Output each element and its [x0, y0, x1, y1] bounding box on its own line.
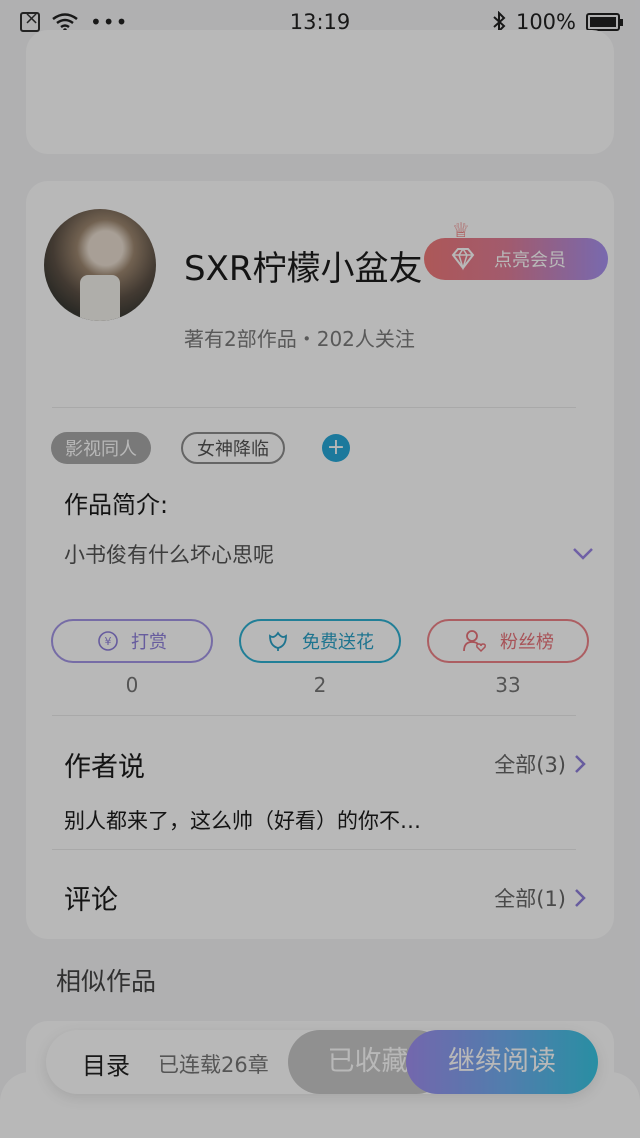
fans-label: 粉丝榜 [500, 632, 554, 653]
continue-reading-button[interactable]: 继续阅读 [406, 1030, 598, 1094]
reward-button[interactable]: ¥ 打赏 [51, 619, 213, 663]
author-says-all-label: 全部(3) [494, 753, 566, 777]
author-stats: 著有2部作品・202人关注 [184, 327, 415, 351]
reward-count: 0 [125, 673, 139, 697]
author-says-all-link[interactable]: 全部(3) [494, 749, 586, 779]
similar-works-title: 相似作品 [56, 967, 157, 996]
wifi-icon [52, 13, 78, 32]
flower-count: 2 [313, 673, 327, 697]
toc-button[interactable]: 目录 [82, 1046, 130, 1081]
chevron-right-icon [575, 755, 586, 773]
tag-fanfic[interactable]: 影视同人 [51, 432, 151, 464]
comments-all-label: 全部(1) [494, 887, 566, 911]
divider [52, 407, 576, 408]
vip-button[interactable]: 点亮会员 [424, 238, 608, 280]
intro-title: 作品简介: [64, 491, 169, 519]
author-says-text[interactable]: 别人都来了，这么帅（好看）的你不… [64, 805, 421, 835]
svg-text:¥: ¥ [105, 635, 112, 648]
yen-coin-icon: ¥ [98, 631, 118, 651]
intro-text: 小书俊有什么坏心思呢 [64, 543, 274, 567]
flower-label: 免费送花 [302, 632, 374, 653]
fans-ranking-button[interactable]: 粉丝榜 [427, 619, 589, 663]
chevron-right-icon [575, 889, 586, 907]
divider [52, 849, 576, 850]
book-info-card [26, 30, 614, 154]
divider [52, 715, 576, 716]
vip-label: 点亮会员 [494, 250, 566, 271]
user-heart-icon [463, 630, 486, 653]
author-avatar[interactable] [44, 209, 156, 321]
author-card: SXR柠檬小盆友 ♕ 点亮会员 著有2部作品・202人关注 影视同人 女神降临 … [26, 181, 614, 939]
comments-title: 评论 [64, 885, 118, 916]
comments-all-link[interactable]: 全部(1) [494, 883, 586, 913]
flower-icon [269, 631, 287, 651]
add-tag-button[interactable]: + [322, 434, 350, 462]
reward-label: 打赏 [131, 632, 167, 653]
battery-icon [586, 13, 623, 31]
tag-goddess[interactable]: 女神降临 [181, 432, 285, 464]
serial-status: 已连载26章 [158, 1053, 269, 1077]
bottom-action-bar: 目录 已连载26章 已收藏 继续阅读 [46, 1030, 598, 1094]
author-name[interactable]: SXR柠檬小盆友 [184, 241, 423, 290]
notification-close-icon [20, 8, 40, 32]
diamond-icon [451, 247, 475, 271]
flower-button[interactable]: 免费送花 [239, 619, 401, 663]
fans-count: 33 [495, 673, 521, 697]
author-says-title: 作者说 [64, 752, 145, 783]
chevron-down-icon[interactable] [572, 547, 594, 561]
